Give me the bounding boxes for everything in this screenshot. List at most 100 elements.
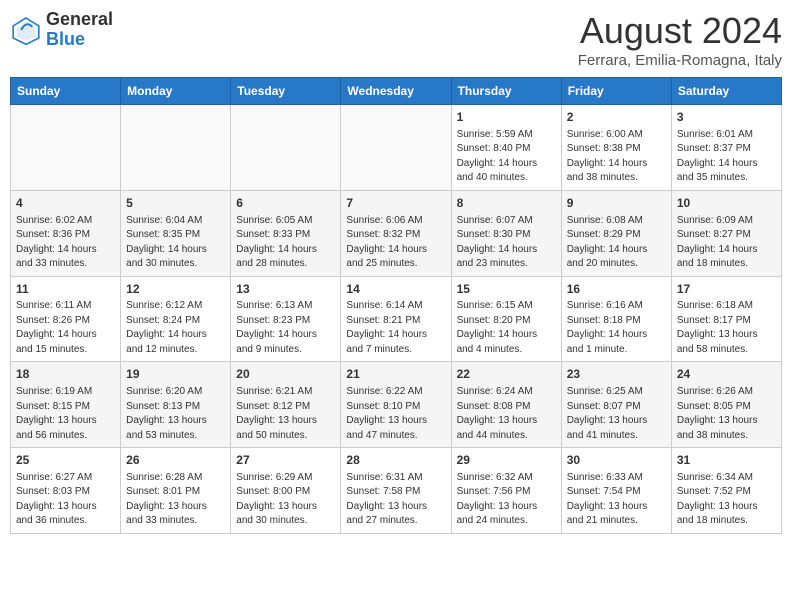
weekday-header: Thursday <box>451 78 561 105</box>
day-number: 22 <box>457 366 556 383</box>
day-info: Sunrise: 6:34 AM Sunset: 7:52 PM Dayligh… <box>677 471 776 529</box>
calendar-cell: 13Sunrise: 6:13 AM Sunset: 8:23 PM Dayli… <box>231 276 341 362</box>
calendar-cell: 27 Sunrise: 6:29 AM Sunset: 8:00 PM Dayli… <box>231 448 341 534</box>
calendar-cell <box>11 105 121 191</box>
day-number: 3 <box>677 109 776 126</box>
day-number: 15 <box>457 281 556 298</box>
calendar-table: SundayMondayTuesdayWednesdayThursdayFrid… <box>10 77 782 534</box>
calendar-cell: 25Sunrise: 6:27 AM Sunset: 8:03 PM Dayli… <box>11 448 121 534</box>
day-info: Sunrise: 6:24 AM Sunset: 8:08 PM Dayligh… <box>457 385 556 443</box>
day-number: 23 <box>567 366 666 383</box>
day-number: 27 <box>236 452 335 469</box>
calendar-cell: 14Sunrise: 6:14 AM Sunset: 8:21 PM Dayli… <box>341 276 451 362</box>
location: Ferrara, Emilia-Romagna, Italy <box>578 52 782 69</box>
day-info: Sunrise: 6:05 AM Sunset: 8:33 PM Dayligh… <box>236 214 335 272</box>
day-number: 12 <box>126 281 225 298</box>
calendar-cell: 24Sunrise: 6:26 AM Sunset: 8:05 PM Dayli… <box>671 362 781 448</box>
calendar-cell: 31Sunrise: 6:34 AM Sunset: 7:52 PM Dayli… <box>671 448 781 534</box>
day-info: Sunrise: 6:00 AM Sunset: 8:38 PM Dayligh… <box>567 128 666 186</box>
day-number: 30 <box>567 452 666 469</box>
day-number: 8 <box>457 195 556 212</box>
calendar-cell: 21Sunrise: 6:22 AM Sunset: 8:10 PM Dayli… <box>341 362 451 448</box>
day-info: Sunrise: 6:15 AM Sunset: 8:20 PM Dayligh… <box>457 299 556 357</box>
day-info: Sunrise: 6:11 AM Sunset: 8:26 PM Dayligh… <box>16 299 115 357</box>
calendar-cell: 8 Sunrise: 6:07 AM Sunset: 8:30 PM Daylig… <box>451 190 561 276</box>
calendar-week-row: 25Sunrise: 6:27 AM Sunset: 8:03 PM Dayli… <box>11 448 782 534</box>
calendar-cell: 20Sunrise: 6:21 AM Sunset: 8:12 PM Dayli… <box>231 362 341 448</box>
calendar-cell: 6 Sunrise: 6:05 AM Sunset: 8:33 PM Daylig… <box>231 190 341 276</box>
day-number: 10 <box>677 195 776 212</box>
day-info: Sunrise: 6:01 AM Sunset: 8:37 PM Dayligh… <box>677 128 776 186</box>
day-info: Sunrise: 6:04 AM Sunset: 8:35 PM Dayligh… <box>126 214 225 272</box>
calendar-cell: 9 Sunrise: 6:08 AM Sunset: 8:29 PM Daylig… <box>561 190 671 276</box>
calendar-week-row: 4 Sunrise: 6:02 AM Sunset: 8:36 PM Daylig… <box>11 190 782 276</box>
weekday-header: Friday <box>561 78 671 105</box>
weekday-header: Tuesday <box>231 78 341 105</box>
day-number: 11 <box>16 281 115 298</box>
calendar-cell: 3 Sunrise: 6:01 AM Sunset: 8:37 PM Daylig… <box>671 105 781 191</box>
day-number: 26 <box>126 452 225 469</box>
day-number: 2 <box>567 109 666 126</box>
day-info: Sunrise: 6:14 AM Sunset: 8:21 PM Dayligh… <box>346 299 445 357</box>
weekday-header: Wednesday <box>341 78 451 105</box>
weekday-header-row: SundayMondayTuesdayWednesdayThursdayFrid… <box>11 78 782 105</box>
day-number: 19 <box>126 366 225 383</box>
logo-icon <box>10 14 42 46</box>
day-number: 29 <box>457 452 556 469</box>
calendar-cell: 23 Sunrise: 6:25 AM Sunset: 8:07 PM Dayli… <box>561 362 671 448</box>
calendar-cell: 15Sunrise: 6:15 AM Sunset: 8:20 PM Dayli… <box>451 276 561 362</box>
title-block: August 2024 Ferrara, Emilia-Romagna, Ita… <box>578 10 782 69</box>
logo: General Blue <box>10 10 113 50</box>
calendar-cell: 1 Sunrise: 5:59 AM Sunset: 8:40 PM Daylig… <box>451 105 561 191</box>
day-info: Sunrise: 6:09 AM Sunset: 8:27 PM Dayligh… <box>677 214 776 272</box>
logo-general: General <box>46 9 113 29</box>
day-number: 21 <box>346 366 445 383</box>
day-info: Sunrise: 6:27 AM Sunset: 8:03 PM Dayligh… <box>16 471 115 529</box>
weekday-header: Saturday <box>671 78 781 105</box>
day-info: Sunrise: 6:31 AM Sunset: 7:58 PM Dayligh… <box>346 471 445 529</box>
day-number: 1 <box>457 109 556 126</box>
day-info: Sunrise: 6:12 AM Sunset: 8:24 PM Dayligh… <box>126 299 225 357</box>
day-number: 6 <box>236 195 335 212</box>
calendar-cell: 16Sunrise: 6:16 AM Sunset: 8:18 PM Dayli… <box>561 276 671 362</box>
logo-blue: Blue <box>46 29 85 49</box>
day-number: 17 <box>677 281 776 298</box>
calendar-cell: 11Sunrise: 6:11 AM Sunset: 8:26 PM Dayli… <box>11 276 121 362</box>
calendar-week-row: 11Sunrise: 6:11 AM Sunset: 8:26 PM Dayli… <box>11 276 782 362</box>
calendar-cell: 12Sunrise: 6:12 AM Sunset: 8:24 PM Dayli… <box>121 276 231 362</box>
day-info: Sunrise: 6:06 AM Sunset: 8:32 PM Dayligh… <box>346 214 445 272</box>
day-info: Sunrise: 6:19 AM Sunset: 8:15 PM Dayligh… <box>16 385 115 443</box>
calendar-cell: 19 Sunrise: 6:20 AM Sunset: 8:13 PM Dayli… <box>121 362 231 448</box>
day-info: Sunrise: 6:08 AM Sunset: 8:29 PM Dayligh… <box>567 214 666 272</box>
calendar-cell <box>231 105 341 191</box>
day-number: 9 <box>567 195 666 212</box>
day-number: 18 <box>16 366 115 383</box>
calendar-cell: 29Sunrise: 6:32 AM Sunset: 7:56 PM Dayli… <box>451 448 561 534</box>
weekday-header: Monday <box>121 78 231 105</box>
day-info: Sunrise: 6:20 AM Sunset: 8:13 PM Dayligh… <box>126 385 225 443</box>
day-number: 28 <box>346 452 445 469</box>
day-number: 16 <box>567 281 666 298</box>
day-info: Sunrise: 6:28 AM Sunset: 8:01 PM Dayligh… <box>126 471 225 529</box>
day-info: Sunrise: 6:07 AM Sunset: 8:30 PM Dayligh… <box>457 214 556 272</box>
day-info: Sunrise: 6:29 AM Sunset: 8:00 PM Dayligh… <box>236 471 335 529</box>
calendar-cell: 4 Sunrise: 6:02 AM Sunset: 8:36 PM Daylig… <box>11 190 121 276</box>
calendar-week-row: 1 Sunrise: 5:59 AM Sunset: 8:40 PM Daylig… <box>11 105 782 191</box>
day-number: 5 <box>126 195 225 212</box>
day-info: Sunrise: 6:18 AM Sunset: 8:17 PM Dayligh… <box>677 299 776 357</box>
day-number: 7 <box>346 195 445 212</box>
day-number: 4 <box>16 195 115 212</box>
month-title: August 2024 <box>578 10 782 52</box>
day-info: Sunrise: 5:59 AM Sunset: 8:40 PM Dayligh… <box>457 128 556 186</box>
calendar-cell: 5 Sunrise: 6:04 AM Sunset: 8:35 PM Daylig… <box>121 190 231 276</box>
calendar-week-row: 18 Sunrise: 6:19 AM Sunset: 8:15 PM Dayli… <box>11 362 782 448</box>
day-info: Sunrise: 6:25 AM Sunset: 8:07 PM Dayligh… <box>567 385 666 443</box>
calendar-cell <box>121 105 231 191</box>
calendar-cell: 10 Sunrise: 6:09 AM Sunset: 8:27 PM Dayli… <box>671 190 781 276</box>
weekday-header: Sunday <box>11 78 121 105</box>
day-number: 24 <box>677 366 776 383</box>
logo-text: General Blue <box>46 10 113 50</box>
day-info: Sunrise: 6:02 AM Sunset: 8:36 PM Dayligh… <box>16 214 115 272</box>
day-number: 20 <box>236 366 335 383</box>
day-info: Sunrise: 6:33 AM Sunset: 7:54 PM Dayligh… <box>567 471 666 529</box>
